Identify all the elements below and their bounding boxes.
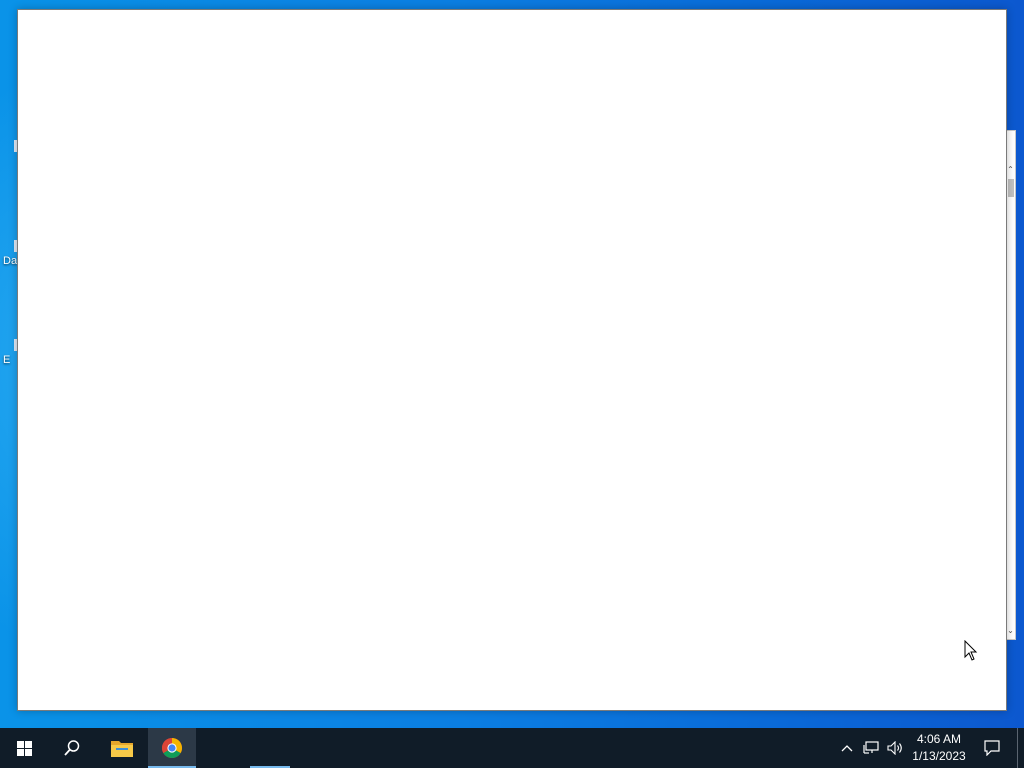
- volume-button[interactable]: [884, 728, 906, 768]
- file-explorer-button[interactable]: [98, 728, 146, 768]
- start-button[interactable]: [0, 728, 48, 768]
- scrollbar-thumb[interactable]: [1008, 179, 1014, 197]
- show-hidden-icons-button[interactable]: [836, 728, 858, 768]
- chevron-up-icon: [841, 745, 853, 752]
- volume-icon: [887, 741, 902, 755]
- blank-application-window[interactable]: [17, 9, 1007, 711]
- action-center-button[interactable]: [978, 728, 1006, 768]
- search-button[interactable]: [48, 728, 96, 768]
- search-icon: [64, 740, 80, 756]
- network-button[interactable]: [860, 728, 882, 768]
- notification-icon: [984, 740, 1000, 756]
- show-desktop-button[interactable]: [1017, 728, 1018, 768]
- chrome-button[interactable]: [148, 728, 196, 768]
- chrome-icon: [162, 738, 182, 758]
- desktop: Da E ⌃ ⌄: [0, 0, 1024, 728]
- scroll-up-icon[interactable]: ⌃: [1006, 165, 1015, 174]
- clock-time: 4:06 AM: [916, 732, 962, 746]
- windows-logo-icon: [16, 740, 32, 756]
- mouse-cursor-icon: [964, 640, 978, 661]
- clock-date: 1/13/2023: [912, 749, 966, 763]
- taskbar-clock[interactable]: 4:06 AM 1/13/2023: [904, 728, 974, 768]
- taskbar: 4:06 AM 1/13/2023: [0, 728, 1024, 768]
- folder-icon: [111, 741, 133, 757]
- network-icon: [863, 741, 879, 754]
- scroll-down-icon[interactable]: ⌄: [1006, 626, 1015, 635]
